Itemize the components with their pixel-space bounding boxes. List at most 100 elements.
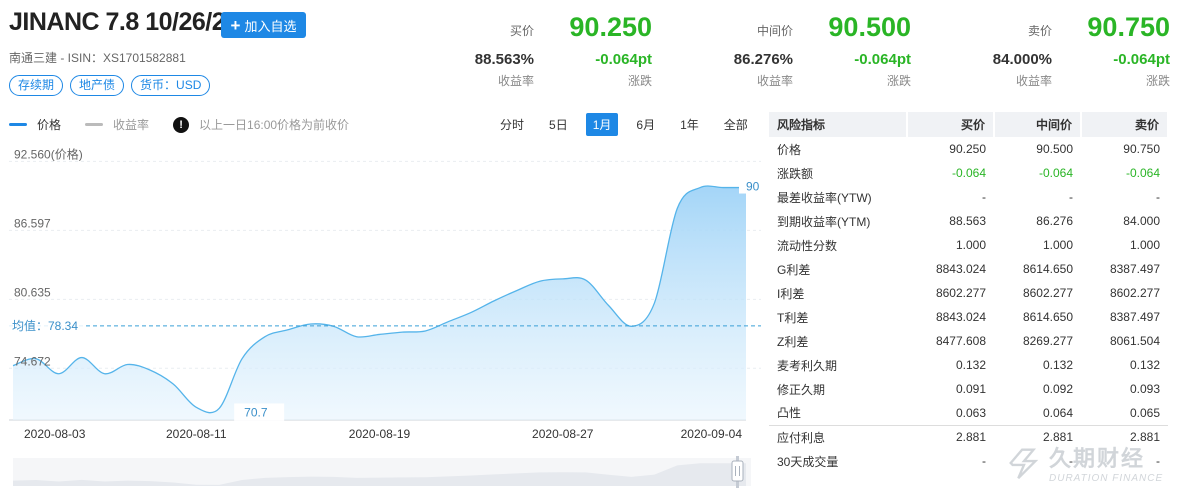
risk-cell-ask: 8061.504 [1109,334,1160,348]
x-tick-label: 2020-08-03 [24,427,86,441]
navigator-handle[interactable] [731,460,744,482]
risk-cell-bid: - [982,190,986,204]
chart-legend: 价格 收益率 ! 以上一日16:00价格为前收价 [9,116,349,133]
risk-cell-ask: 8602.277 [1109,286,1160,300]
risk-row: 流动性分数 1.000 1.000 1.000 [769,233,1168,257]
risk-cell-bid: 0.091 [955,382,986,396]
risk-cell-ask: 8387.497 [1109,262,1160,276]
risk-cell-mid: 86.276 [1036,214,1073,228]
risk-cell-ask: -0.064 [1125,166,1160,180]
watermark-en: DURATION FINANCE [1049,473,1164,484]
tag-sector[interactable]: 地产债 [70,75,125,96]
tag-status[interactable]: 存续期 [9,75,64,96]
quote-ask-label: 卖价 [1027,24,1052,38]
duration-finance-logo-icon [1009,448,1039,479]
risk-row: 修正久期 0.091 0.092 0.093 [769,377,1168,401]
risk-row: 最差收益率(YTW) - - - [769,185,1168,209]
risk-row-name: T利差 [777,310,809,325]
quote-bid-label: 买价 [509,24,534,38]
range-selector: 分时 5日 1月 6月 1年 全部 [482,113,755,136]
risk-cell-bid: 0.132 [955,358,986,372]
risk-row-name: 涨跌额 [777,166,814,181]
x-tick-label: 2020-08-19 [349,427,411,441]
risk-cell-mid: - [1069,190,1073,204]
quote-ask-change-label: 涨跌 [1145,74,1170,88]
range-all[interactable]: 全部 [717,113,755,136]
plus-icon: + [230,15,241,35]
range-intraday[interactable]: 分时 [493,113,531,136]
risk-header-metric: 风险指标 [769,112,908,137]
quote-ask-yield: 84.000% [992,51,1052,68]
quote-mid-yield: 86.276% [733,51,793,68]
quote-bid-yield-label: 收益率 [497,74,534,88]
x-tick-label: 2020-08-11 [166,427,227,441]
risk-cell-mid: 8614.650 [1022,310,1073,324]
last-price-label: 90 [746,180,760,194]
info-icon: ! [173,116,190,133]
risk-cell-ask: 8387.497 [1109,310,1160,324]
risk-row: 涨跌额 -0.064 -0.064 -0.064 [769,161,1168,185]
add-to-watchlist-label: 加入自选 [244,18,297,34]
add-to-watchlist-button[interactable]: + 加入自选 [221,12,306,38]
risk-cell-ask: - [1156,190,1160,204]
risk-cell-bid: 88.563 [949,214,986,228]
x-tick-label: 2020-09-04 [681,427,743,441]
risk-cell-bid: 90.250 [949,142,986,156]
risk-cell-bid: 8477.608 [935,334,986,348]
range-1y[interactable]: 1年 [673,113,706,136]
quote-bid: 买价 90.250 88.563% 收益率 -0.064pt 涨跌 [392,8,652,90]
average-label: 均值：78.34 [12,318,78,333]
quote-bid-change: -0.064pt [595,51,652,68]
legend-price[interactable]: 价格 [9,116,61,133]
risk-cell-mid: 1.000 [1042,238,1073,252]
risk-row: T利差 8843.024 8614.650 8387.497 [769,305,1168,329]
y-tick-label: 92.560(价格) [14,146,83,161]
risk-cell-bid: 0.063 [955,405,986,420]
risk-cell-bid: 8843.024 [935,262,986,276]
risk-table-header: 风险指标 买价 中间价 卖价 [769,112,1169,137]
price-chart: 均值：78.34 92.560(价格) 86.597 80.635 74.672 20… [9,140,761,488]
range-5d[interactable]: 5日 [542,113,575,136]
risk-cell-ask: 0.065 [1129,405,1160,420]
risk-row-name: G利差 [777,262,811,277]
quote-mid: 中间价 90.500 86.276% 收益率 -0.064pt 涨跌 [651,8,911,90]
risk-row-name: 最差收益率(YTW) [777,190,872,205]
price-area [13,185,746,420]
legend-price-label: 价格 [37,118,62,132]
quote-ask-change: -0.064pt [1113,51,1170,68]
range-6m[interactable]: 6月 [629,113,662,136]
quote-bid-yield: 88.563% [474,51,534,68]
risk-row: 麦考利久期 0.132 0.132 0.132 [769,353,1168,377]
risk-cell-bid: - [982,454,986,468]
risk-cell-bid: 8602.277 [935,286,986,300]
y-tick-label: 86.597 [14,216,51,230]
min-price-label: 70.7 [244,405,268,419]
risk-row-name: 到期收益率(YTM) [777,214,871,229]
issuer-isin: 南通三建 - ISIN：XS1701582881 [9,51,186,65]
risk-row-name: 应付利息 [769,424,907,449]
risk-cell-mid: 8269.277 [1022,334,1073,348]
risk-cell-mid: 0.092 [1042,382,1073,396]
bond-tags: 存续期 地产债 货币：USD [9,75,211,96]
risk-row-name: 修正久期 [777,382,826,397]
risk-cell-bid: -0.064 [951,166,986,180]
quote-mid-change: -0.064pt [854,51,911,68]
risk-cell-mid: 0.064 [1042,405,1073,420]
tag-currency[interactable]: 货币：USD [131,75,211,96]
risk-cell-bid: 8843.024 [935,310,986,324]
price-chart-svg: 均值：78.34 92.560(价格) 86.597 80.635 74.672 20… [9,146,761,488]
risk-row: 价格 90.250 90.500 90.750 [769,137,1168,161]
risk-cell-ask: 1.000 [1129,238,1160,252]
quote-mid-change-label: 涨跌 [886,74,911,88]
range-1m[interactable]: 1月 [585,113,619,136]
quote-bid-price: 90.250 [569,12,652,42]
legend-price-swatch [9,123,27,126]
risk-cell-mid: -0.064 [1038,166,1073,180]
risk-row: I利差 8602.277 8602.277 8602.277 [769,281,1168,305]
risk-header-mid: 中间价 [994,112,1082,137]
risk-cell-mid: 8614.650 [1022,262,1073,276]
legend-yield[interactable]: 收益率 [85,116,149,133]
risk-row: 凸性 0.063 0.064 0.065 [769,401,1168,425]
risk-row: 到期收益率(YTM) 88.563 86.276 84.000 [769,209,1168,233]
risk-cell-bid: 2.881 [907,424,994,449]
